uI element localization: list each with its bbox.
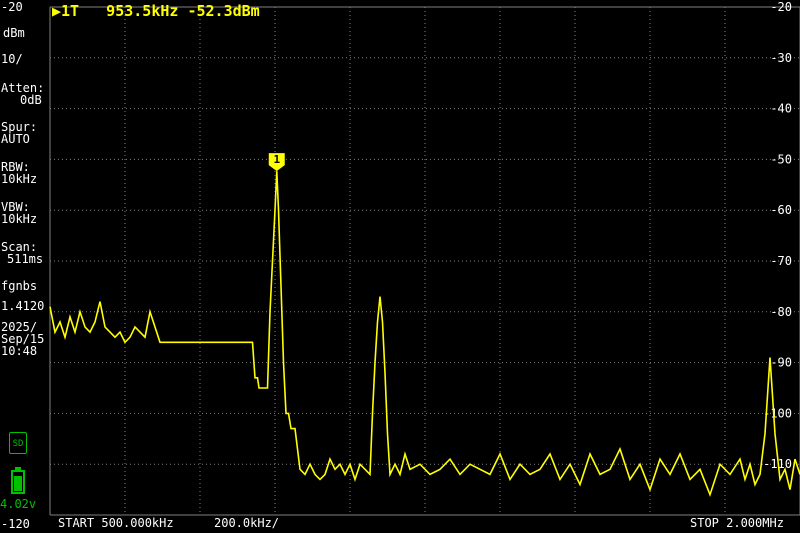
- y-tick-label: -40: [770, 102, 792, 116]
- battery-voltage: 4.02v: [0, 497, 37, 511]
- clock-time: 10:48: [1, 344, 38, 358]
- spectrum-plot[interactable]: -20-30-40-50-60-70-80-90-100-110 1: [0, 0, 800, 533]
- plot-grid: [49, 6, 800, 516]
- scan-value[interactable]: 511ms: [7, 253, 43, 266]
- status-sidebar: -20 dBm 10/ Atten: 0dB Spur: AUTO RBW: 1…: [0, 0, 50, 533]
- y-tick-label: -60: [770, 203, 792, 217]
- y-tick-label: -70: [770, 254, 792, 268]
- stop-frequency[interactable]: STOP 2.000MHz: [690, 516, 784, 530]
- unit-label: dBm: [3, 26, 25, 40]
- span-per-division[interactable]: 200.0kHz/: [214, 516, 279, 530]
- marker-1-flag[interactable]: 1: [268, 153, 285, 172]
- marker-flag-number: 1: [273, 153, 280, 166]
- vbw-value[interactable]: 10kHz: [1, 213, 37, 226]
- y-tick-label: -50: [770, 152, 792, 166]
- spur-value[interactable]: AUTO: [1, 133, 30, 146]
- atten-value[interactable]: 0dB: [20, 94, 42, 107]
- start-frequency[interactable]: START 500.000kHz: [58, 516, 174, 530]
- ref-level-top[interactable]: -20: [1, 1, 23, 14]
- firmware-version: 1.4120: [1, 299, 45, 313]
- rbw-value[interactable]: 10kHz: [1, 173, 37, 186]
- y-tick-label: -20: [770, 0, 792, 14]
- y-tick-label: -30: [770, 51, 792, 65]
- y-tick-label: -80: [770, 305, 792, 319]
- battery-icon: [11, 467, 25, 494]
- device-name: fgnbs: [1, 279, 38, 293]
- marker-readout: ▶1T 953.5kHz -52.3dBm: [52, 2, 260, 20]
- scale-label[interactable]: 10/: [1, 53, 23, 66]
- sd-card-icon[interactable]: SD: [9, 432, 27, 454]
- y-tick-label: -90: [770, 356, 792, 370]
- ref-level-bottom: -120: [1, 517, 30, 531]
